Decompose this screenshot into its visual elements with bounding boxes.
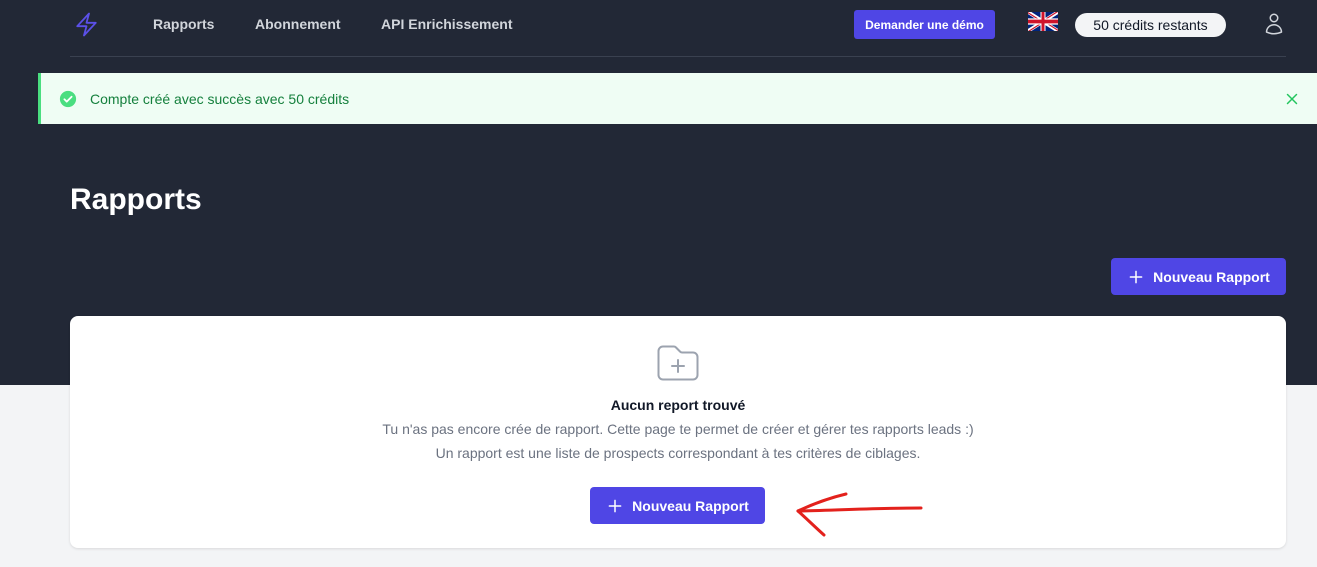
credits-badge: 50 crédits restants <box>1075 13 1226 37</box>
plus-icon <box>608 499 622 512</box>
empty-state-new-report-label: Nouveau Rapport <box>632 497 749 514</box>
new-report-button[interactable]: Nouveau Rapport <box>1111 258 1286 295</box>
empty-state-description-line: Un rapport est une liste de prospects co… <box>435 445 921 461</box>
nav-item-api-enrichissement[interactable]: API Enrichissement <box>381 15 513 33</box>
empty-state-description-line: Tu n'as pas encore crée de rapport. Cett… <box>382 421 974 437</box>
lightning-bolt-icon[interactable] <box>73 11 100 38</box>
user-icon[interactable] <box>1262 12 1286 36</box>
nav-item-rapports[interactable]: Rapports <box>153 15 214 33</box>
reports-empty-card: Aucun report trouvé Tu n'as pas encore c… <box>70 316 1286 548</box>
new-report-label: Nouveau Rapport <box>1153 268 1270 285</box>
empty-state-title: Aucun report trouvé <box>610 397 746 413</box>
check-circle-icon <box>59 90 77 108</box>
credits-label: 50 crédits restants <box>1093 17 1208 33</box>
alert-message: Compte créé avec succès avec 50 crédits <box>90 91 350 107</box>
request-demo-label: Demander une démo <box>865 17 984 32</box>
uk-flag-icon[interactable] <box>1028 12 1058 31</box>
nav-item-abonnement[interactable]: Abonnement <box>255 15 341 33</box>
page-title: Rapports <box>70 183 202 216</box>
folder-plus-icon <box>657 345 699 381</box>
close-icon[interactable] <box>1283 90 1301 108</box>
empty-state-new-report-button[interactable]: Nouveau Rapport <box>590 487 765 524</box>
red-arrow-icon <box>796 492 923 537</box>
request-demo-button[interactable]: Demander une démo <box>854 10 995 39</box>
header-divider <box>70 56 1286 57</box>
plus-icon <box>1129 270 1143 283</box>
